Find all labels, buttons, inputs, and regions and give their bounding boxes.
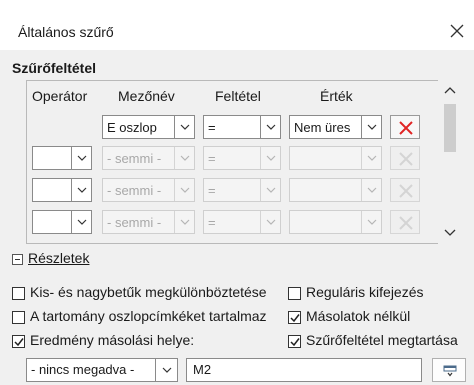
criteria-row: - semmi - =	[0, 146, 474, 172]
criteria-row: E oszlop = Nem üres	[0, 115, 474, 141]
chevron-down-icon	[361, 179, 381, 201]
condition-value: =	[208, 215, 216, 230]
chevron-down-icon	[361, 116, 381, 138]
close-icon	[450, 24, 464, 38]
chevron-down-icon	[71, 147, 91, 169]
field-name-header: Mezőnév	[118, 88, 175, 104]
criteria-scrollbar[interactable]	[438, 80, 462, 244]
scroll-thumb[interactable]	[444, 104, 456, 152]
remove-condition-button[interactable]	[390, 210, 420, 234]
checkbox-box	[288, 311, 301, 324]
condition-select[interactable]: =	[203, 115, 281, 139]
scroll-up-button[interactable]	[438, 82, 462, 100]
remove-x-icon	[399, 152, 413, 166]
field-name-value: - semmi -	[107, 215, 162, 230]
field-name-value: E oszlop	[107, 120, 157, 135]
chevron-down-icon	[260, 116, 280, 138]
value-header: Érték	[320, 88, 353, 104]
standard-filter-dialog: Általános szűrő Szűrőfeltétel Operátor M…	[0, 0, 474, 385]
condition-value: =	[208, 183, 216, 198]
chevron-up-icon	[444, 87, 456, 94]
title-bar: Általános szűrő	[0, 0, 474, 50]
condition-header: Feltétel	[215, 88, 261, 104]
chevron-down-icon	[444, 229, 456, 236]
case-sensitive-label: Kis- és nagybetűk megkülönböztetése	[30, 284, 267, 300]
value-select[interactable]	[289, 146, 382, 170]
named-range-value: - nincs megadva -	[31, 362, 135, 377]
condition-select[interactable]: =	[203, 178, 281, 202]
remove-x-icon	[399, 121, 413, 135]
chevron-down-icon	[71, 179, 91, 201]
chevron-down-icon	[361, 211, 381, 233]
chevron-down-icon	[260, 179, 280, 201]
close-button[interactable]	[448, 22, 466, 40]
no-duplicates-label: Másolatok nélkül	[306, 308, 411, 324]
remove-condition-button[interactable]	[390, 178, 420, 202]
criteria-row: - semmi - =	[0, 178, 474, 204]
chevron-down-icon	[71, 211, 91, 233]
chevron-down-icon	[174, 147, 194, 169]
checkbox-box	[12, 311, 25, 324]
field-name-select[interactable]: E oszlop	[102, 115, 195, 139]
operator-select[interactable]	[32, 210, 92, 234]
collapse-icon	[12, 254, 23, 265]
chevron-down-icon	[361, 147, 381, 169]
scroll-down-button[interactable]	[438, 224, 462, 242]
keep-filter-label: Szűrőfeltétel megtartása	[306, 332, 458, 348]
checkbox-box	[12, 335, 25, 348]
checkbox-box	[12, 287, 25, 300]
value-select[interactable]: Nem üres	[289, 115, 382, 139]
condition-value: =	[208, 120, 216, 135]
field-name-value: - semmi -	[107, 183, 162, 198]
value-select[interactable]	[289, 178, 382, 202]
field-name-select[interactable]: - semmi -	[102, 178, 195, 202]
field-name-select[interactable]: - semmi -	[102, 146, 195, 170]
options-label: Részletek	[28, 250, 90, 266]
chevron-down-icon	[260, 211, 280, 233]
value-value: Nem üres	[294, 120, 351, 135]
operator-select[interactable]	[32, 146, 92, 170]
condition-select[interactable]: =	[203, 146, 281, 170]
chevron-down-icon	[260, 147, 280, 169]
field-name-value: - semmi -	[107, 151, 162, 166]
condition-select[interactable]: =	[203, 210, 281, 234]
chevron-down-icon	[174, 116, 194, 138]
checkmark-icon	[14, 338, 24, 347]
condition-value: =	[208, 151, 216, 166]
remove-condition-button[interactable]	[390, 146, 420, 170]
checkmark-icon	[290, 338, 300, 347]
value-select[interactable]	[289, 210, 382, 234]
copy-target-input[interactable]: M2	[186, 358, 422, 382]
filter-criteria-heading: Szűrőfeltétel	[12, 60, 97, 76]
operator-select[interactable]	[32, 178, 92, 202]
checkbox-box	[288, 287, 301, 300]
checkmark-icon	[290, 314, 300, 323]
regex-label: Reguláris kifejezés	[306, 284, 424, 300]
field-name-select[interactable]: - semmi -	[102, 210, 195, 234]
chevron-down-icon	[174, 211, 194, 233]
checkbox-box	[288, 335, 301, 348]
range-has-headers-label: A tartomány oszlopcímkéket tartalmaz	[30, 308, 267, 324]
dialog-title: Általános szűrő	[18, 24, 114, 40]
chevron-down-icon	[155, 359, 177, 381]
copy-results-label: Eredmény másolási helye:	[30, 332, 195, 348]
criteria-row: - semmi - =	[0, 210, 474, 236]
chevron-down-icon	[174, 179, 194, 201]
shrink-dialog-button[interactable]	[432, 358, 466, 382]
named-range-select[interactable]: - nincs megadva -	[26, 358, 178, 382]
operator-header: Operátor	[32, 88, 88, 104]
remove-x-icon	[399, 184, 413, 198]
shrink-dialog-icon	[443, 365, 457, 377]
copy-target-value: M2	[193, 362, 212, 377]
remove-x-icon	[399, 216, 413, 230]
remove-condition-button[interactable]	[390, 115, 420, 139]
